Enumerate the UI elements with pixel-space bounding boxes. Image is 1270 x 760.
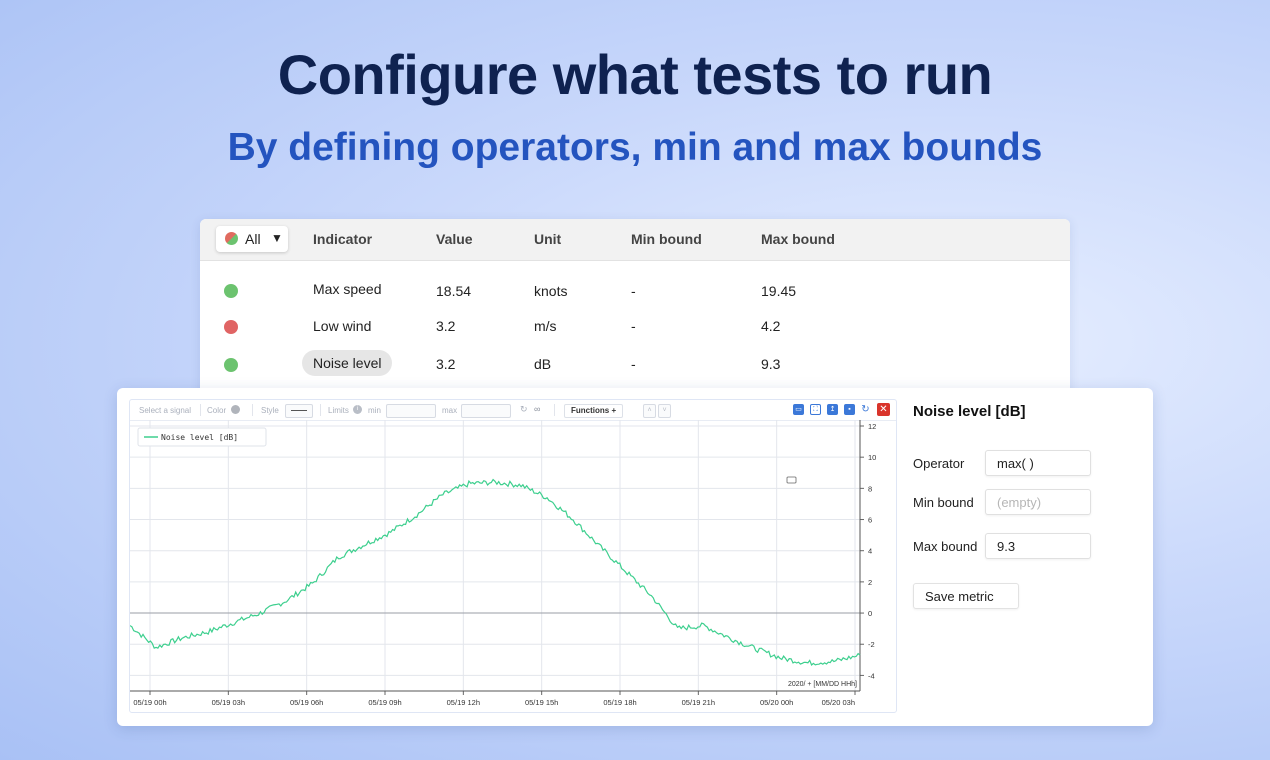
legend-label: Noise level [dB] xyxy=(161,433,238,442)
indicator-max-bound: 9.3 xyxy=(761,356,781,372)
y-tick-label: 0 xyxy=(868,609,872,618)
indicator-unit: m/s xyxy=(534,318,557,334)
x-tick-label: 05/20 03h xyxy=(822,698,855,707)
min-bound-input[interactable] xyxy=(985,489,1091,515)
y-tick-label: 6 xyxy=(868,516,872,525)
signal-chart: Select a signal Color Style Limits i min… xyxy=(129,399,897,713)
indicator-min-bound: - xyxy=(631,283,636,299)
y-tick-label: 8 xyxy=(868,484,872,493)
indicator-value: 18.54 xyxy=(436,283,472,299)
y-tick-label: -4 xyxy=(868,671,875,680)
x-tick-label: 05/19 03h xyxy=(212,698,245,707)
max-bound-label: Max bound xyxy=(913,539,978,554)
table-row[interactable]: Max speed 18.54 knots - 19.45 xyxy=(200,272,1070,308)
save-metric-button[interactable]: Save metric xyxy=(913,583,1019,609)
indicator-value: 3.2 xyxy=(436,318,456,334)
y-tick-label: 2 xyxy=(868,578,872,587)
x-tick-label: 05/19 09h xyxy=(368,698,401,707)
indicator-max-bound: 4.2 xyxy=(761,318,781,334)
status-filter-dropdown[interactable]: All ▼ xyxy=(216,226,288,252)
operator-input[interactable] xyxy=(985,450,1091,476)
indicator-unit: knots xyxy=(534,283,568,299)
metric-title: Noise level [dB] xyxy=(913,403,1026,420)
table-header: All ▼ Indicator Value Unit Min bound Max… xyxy=(200,219,1070,261)
x-format-note: 2020/ + [MM/DD HHh] xyxy=(788,681,857,688)
line-chart[interactable]: 05/19 00h 05/19 03h 05/19 06h 05/19 09h 05/1… xyxy=(130,400,896,712)
series-line-noise-level xyxy=(130,478,861,667)
x-tick-label: 05/19 18h xyxy=(603,698,636,707)
status-fail-icon xyxy=(224,320,238,334)
x-tick-label: 05/19 15h xyxy=(525,698,558,707)
indicator-min-bound: - xyxy=(631,318,636,334)
x-tick-label: 05/19 00h xyxy=(133,698,166,707)
indicator-name: Low wind xyxy=(313,318,372,334)
chevron-down-icon: ▼ xyxy=(271,231,283,245)
column-header-value[interactable]: Value xyxy=(436,231,473,247)
column-header-min-bound[interactable]: Min bound xyxy=(631,231,702,247)
min-bound-label: Min bound xyxy=(913,495,974,510)
filter-label: All xyxy=(245,231,261,247)
y-tick-label: 12 xyxy=(868,422,876,431)
column-header-unit[interactable]: Unit xyxy=(534,231,561,247)
status-pass-icon xyxy=(224,284,238,298)
column-header-indicator[interactable]: Indicator xyxy=(313,231,372,247)
column-header-max-bound[interactable]: Max bound xyxy=(761,231,835,247)
y-tick-label: 4 xyxy=(868,547,872,556)
x-tick-label: 05/19 12h xyxy=(447,698,480,707)
x-tick-label: 05/20 00h xyxy=(760,698,793,707)
y-tick-label: -2 xyxy=(868,640,875,649)
y-tick-label: 10 xyxy=(868,453,876,462)
indicator-min-bound: - xyxy=(631,356,636,372)
indicator-max-bound: 19.45 xyxy=(761,283,797,299)
indicator-unit: dB xyxy=(534,356,552,372)
indicator-name: Max speed xyxy=(313,281,382,297)
indicator-name[interactable]: Noise level xyxy=(302,350,393,376)
table-row-selected[interactable]: Noise level 3.2 dB - 9.3 xyxy=(200,346,1070,382)
annotation-icon xyxy=(786,476,797,484)
status-mixed-icon xyxy=(225,232,238,245)
table-row[interactable]: Low wind 3.2 m/s - 4.2 xyxy=(200,308,1070,344)
hero-subtitle: By defining operators, min and max bound… xyxy=(227,126,1043,169)
x-tick-label: 05/19 06h xyxy=(290,698,323,707)
operator-label: Operator xyxy=(913,456,965,471)
hero-title: Configure what tests to run xyxy=(277,43,993,106)
status-pass-icon xyxy=(224,358,238,372)
metric-editor-panel: Select a signal Color Style Limits i min… xyxy=(117,388,1153,726)
max-bound-input[interactable] xyxy=(985,533,1091,559)
indicator-value: 3.2 xyxy=(436,356,456,372)
x-tick-label: 05/19 21h xyxy=(682,698,715,707)
